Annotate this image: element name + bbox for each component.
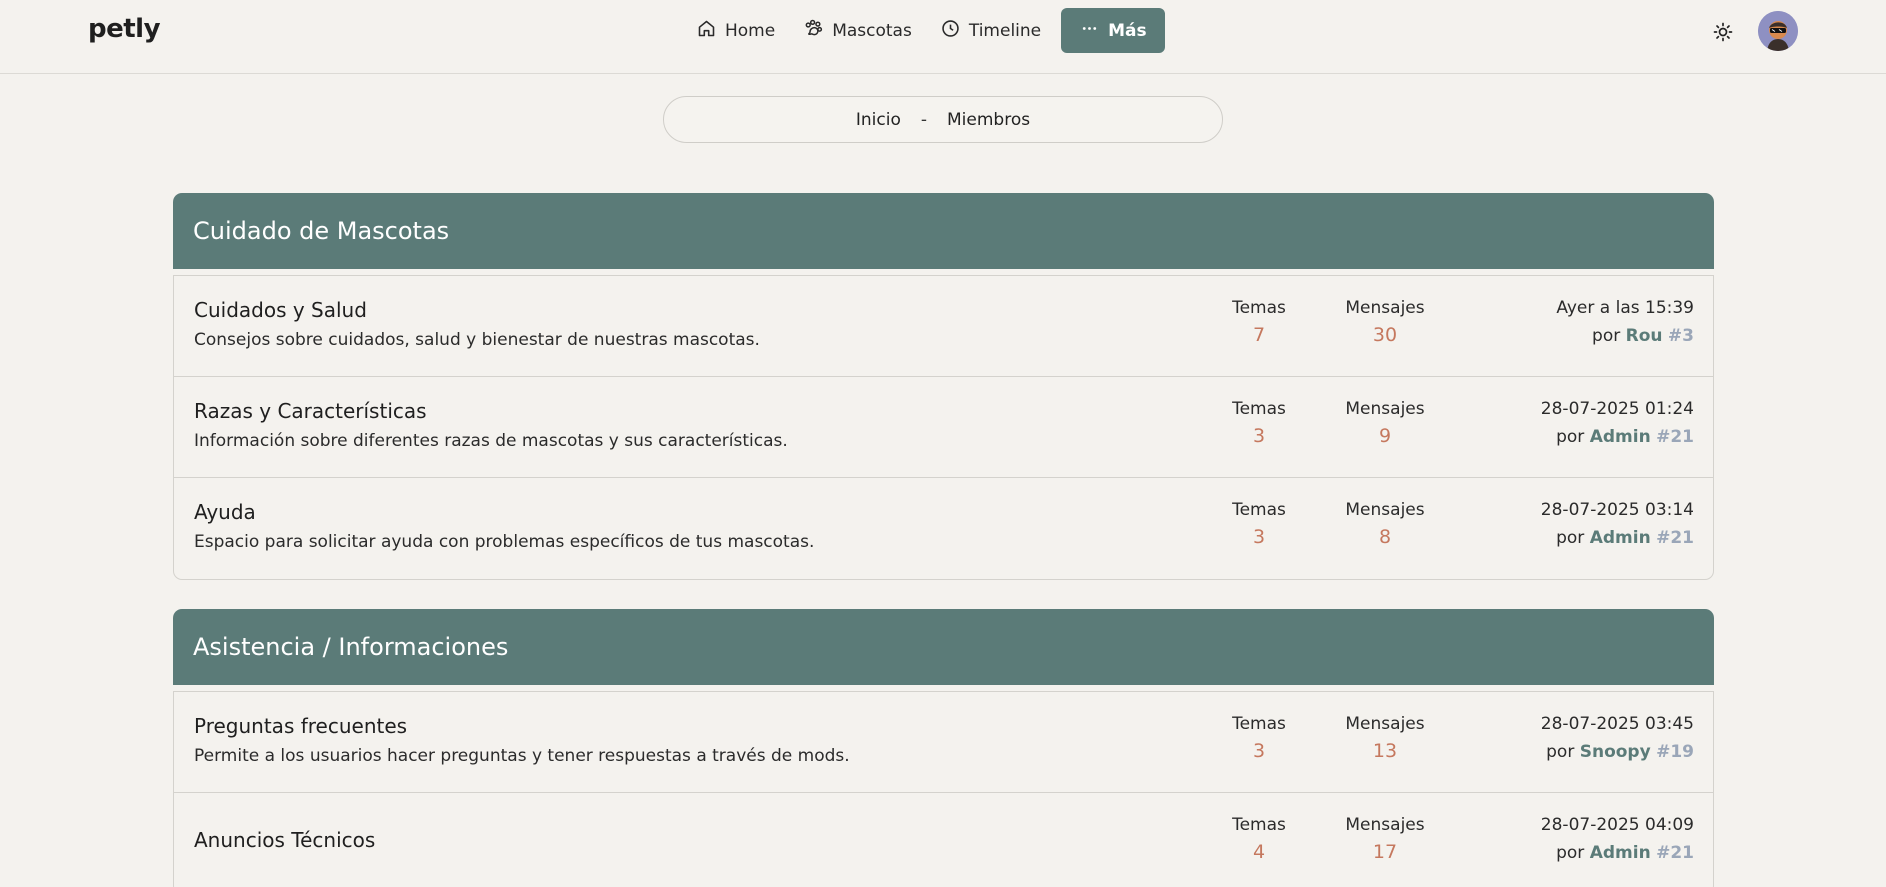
forum-list: Cuidados y Salud Consejos sobre cuidados… bbox=[173, 275, 1714, 580]
topics-stat: Temas 3 bbox=[1204, 500, 1314, 548]
last-post-user[interactable]: Snoopy bbox=[1580, 742, 1651, 762]
messages-label: Mensajes bbox=[1345, 298, 1425, 318]
nav-home[interactable]: Home bbox=[682, 8, 789, 53]
user-avatar[interactable] bbox=[1758, 11, 1798, 51]
last-post-user[interactable]: Admin bbox=[1590, 427, 1651, 447]
category-title[interactable]: Cuidado de Mascotas bbox=[193, 217, 449, 245]
breadcrumb-separator: - bbox=[920, 109, 928, 130]
messages-label: Mensajes bbox=[1345, 714, 1425, 734]
last-post-user-id: #21 bbox=[1656, 843, 1694, 863]
breadcrumb: Inicio - Miembros bbox=[663, 96, 1223, 143]
topics-label: Temas bbox=[1232, 399, 1286, 419]
last-post-by: por bbox=[1592, 326, 1621, 346]
forum-row: Cuidados y Salud Consejos sobre cuidados… bbox=[174, 276, 1713, 377]
last-post-date: 28-07-2025 01:24 bbox=[1540, 399, 1694, 419]
topics-count: 3 bbox=[1252, 425, 1266, 447]
topics-label: Temas bbox=[1232, 500, 1286, 520]
messages-count: 17 bbox=[1372, 841, 1398, 863]
last-post-date: 28-07-2025 03:45 bbox=[1540, 714, 1694, 734]
messages-stat: Mensajes 13 bbox=[1330, 714, 1440, 762]
nav-mascotas[interactable]: Mascotas bbox=[789, 8, 926, 53]
forum-row: Ayuda Espacio para solicitar ayuda con p… bbox=[174, 478, 1713, 579]
topics-label: Temas bbox=[1232, 815, 1286, 835]
nav-mas[interactable]: Más bbox=[1061, 8, 1165, 53]
last-post-by: por bbox=[1556, 528, 1585, 548]
last-post-user-id: #21 bbox=[1656, 528, 1694, 548]
last-post-user-id: #21 bbox=[1656, 427, 1694, 447]
forum-title[interactable]: Preguntas frecuentes bbox=[194, 714, 407, 738]
more-dots-icon bbox=[1079, 18, 1100, 44]
forum-title[interactable]: Cuidados y Salud bbox=[194, 298, 367, 322]
last-post: 28-07-2025 04:09 por Admin #21 bbox=[1541, 815, 1694, 863]
last-post-by: por bbox=[1546, 742, 1575, 762]
category-header: Cuidado de Mascotas bbox=[173, 193, 1714, 269]
messages-label: Mensajes bbox=[1345, 815, 1425, 835]
topics-count: 4 bbox=[1252, 841, 1266, 863]
last-post-user[interactable]: Admin bbox=[1590, 843, 1651, 863]
theme-toggle-button[interactable] bbox=[1711, 20, 1735, 44]
last-post-user[interactable]: Rou bbox=[1626, 326, 1663, 346]
last-post: Ayer a las 15:39 por Rou #3 bbox=[1556, 298, 1694, 346]
last-post-date: Ayer a las 15:39 bbox=[1556, 298, 1694, 318]
breadcrumb-current: Miembros bbox=[947, 109, 1031, 130]
messages-label: Mensajes bbox=[1345, 399, 1425, 419]
forum-description: Espacio para solicitar ayuda con problem… bbox=[194, 532, 815, 552]
messages-count: 13 bbox=[1372, 740, 1398, 762]
clock-icon bbox=[940, 18, 961, 44]
nav-mas-label: Más bbox=[1108, 20, 1147, 41]
main-nav: Home Mascotas Timeline Más bbox=[682, 8, 1165, 53]
category-asistencia-informaciones: Asistencia / Informaciones Preguntas fre… bbox=[173, 609, 1714, 887]
messages-count: 30 bbox=[1372, 324, 1398, 346]
last-post: 28-07-2025 01:24 por Admin #21 bbox=[1541, 399, 1694, 447]
last-post-user-id: #19 bbox=[1656, 742, 1694, 762]
topics-count: 3 bbox=[1252, 526, 1266, 548]
messages-stat: Mensajes 17 bbox=[1330, 815, 1440, 863]
last-post-by: por bbox=[1556, 843, 1585, 863]
forum-description: Información sobre diferentes razas de ma… bbox=[194, 431, 788, 451]
home-icon bbox=[696, 18, 717, 44]
topics-stat: Temas 3 bbox=[1204, 714, 1314, 762]
category-header: Asistencia / Informaciones bbox=[173, 609, 1714, 685]
category-cuidado-de-mascotas: Cuidado de Mascotas Cuidados y Salud Con… bbox=[173, 193, 1714, 580]
category-title[interactable]: Asistencia / Informaciones bbox=[193, 633, 508, 661]
messages-stat: Mensajes 9 bbox=[1330, 399, 1440, 447]
breadcrumb-home[interactable]: Inicio bbox=[856, 110, 901, 130]
topics-count: 7 bbox=[1252, 324, 1266, 346]
topics-stat: Temas 3 bbox=[1204, 399, 1314, 447]
messages-count: 8 bbox=[1378, 526, 1392, 548]
nav-timeline-label: Timeline bbox=[968, 20, 1042, 41]
nav-mascotas-label: Mascotas bbox=[832, 20, 912, 41]
messages-stat: Mensajes 30 bbox=[1330, 298, 1440, 346]
messages-label: Mensajes bbox=[1345, 500, 1425, 520]
nav-home-label: Home bbox=[725, 20, 776, 41]
forum-description: Permite a los usuarios hacer preguntas y… bbox=[194, 746, 850, 766]
messages-stat: Mensajes 8 bbox=[1330, 500, 1440, 548]
last-post-date: 28-07-2025 03:14 bbox=[1540, 500, 1694, 520]
last-post-user[interactable]: Admin bbox=[1590, 528, 1651, 548]
last-post-date: 28-07-2025 04:09 bbox=[1540, 815, 1694, 835]
topics-label: Temas bbox=[1232, 714, 1286, 734]
forum-title[interactable]: Ayuda bbox=[194, 500, 256, 524]
forum-row: Anuncios Técnicos Temas 4 Mensajes 17 28… bbox=[174, 793, 1713, 887]
topics-stat: Temas 7 bbox=[1204, 298, 1314, 346]
topics-label: Temas bbox=[1232, 298, 1286, 318]
nav-timeline[interactable]: Timeline bbox=[926, 8, 1055, 53]
paw-icon bbox=[803, 18, 824, 44]
forum-description: Consejos sobre cuidados, salud y bienest… bbox=[194, 330, 760, 350]
topics-stat: Temas 4 bbox=[1204, 815, 1314, 863]
topics-count: 3 bbox=[1252, 740, 1266, 762]
messages-count: 9 bbox=[1378, 425, 1392, 447]
top-navbar: petly Home Mascotas Timeline Más bbox=[0, 0, 1886, 74]
last-post: 28-07-2025 03:45 por Snoopy #19 bbox=[1541, 714, 1694, 762]
forum-row: Preguntas frecuentes Permite a los usuar… bbox=[174, 692, 1713, 793]
sun-icon bbox=[1711, 22, 1735, 48]
forum-title[interactable]: Anuncios Técnicos bbox=[194, 828, 375, 852]
last-post: 28-07-2025 03:14 por Admin #21 bbox=[1541, 500, 1694, 548]
forum-row: Razas y Características Información sobr… bbox=[174, 377, 1713, 478]
last-post-user-id: #3 bbox=[1667, 326, 1694, 346]
last-post-by: por bbox=[1556, 427, 1585, 447]
brand-logo[interactable]: petly bbox=[88, 14, 161, 44]
forum-title[interactable]: Razas y Características bbox=[194, 399, 427, 423]
forum-list: Preguntas frecuentes Permite a los usuar… bbox=[173, 691, 1714, 887]
